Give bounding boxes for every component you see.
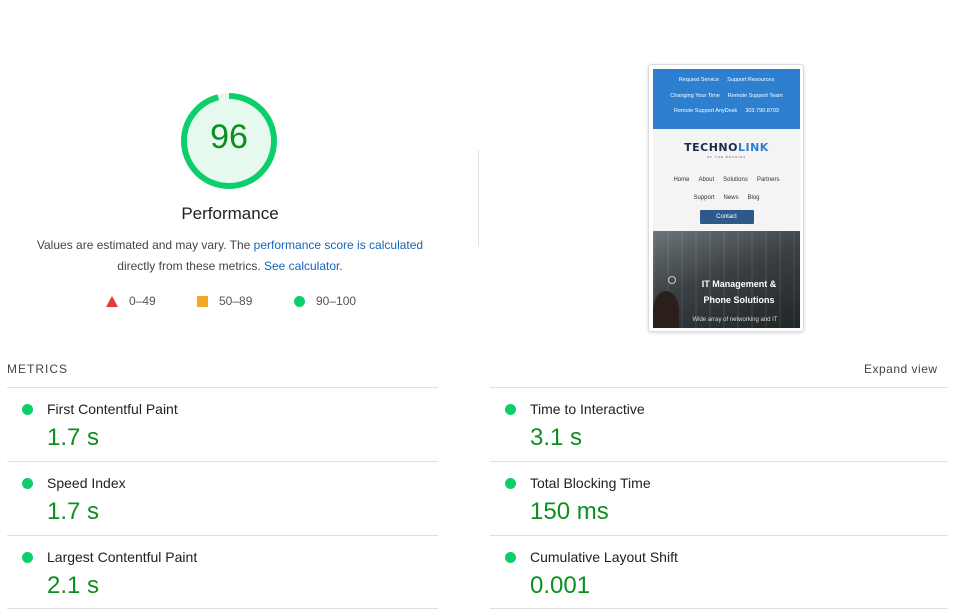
topbar-link: Remote Support Team	[727, 92, 783, 99]
expand-view-toggle[interactable]: Expand view	[864, 362, 938, 376]
topbar-link: Changing Your Time	[670, 92, 720, 99]
screenshot-logo: TECHNOLINK OF THE ROCKIES	[653, 129, 800, 171]
pass-circle-icon	[505, 404, 516, 415]
hero-title-line: Phone Solutions	[703, 295, 775, 305]
topbar-row: Request Service Support Resources	[653, 77, 800, 93]
metric-label: Time to Interactive	[530, 401, 645, 417]
nav-item: Solutions	[723, 177, 748, 183]
screenshot-topbar: Request Service Support Resources Changi…	[653, 69, 800, 129]
square-icon	[197, 295, 208, 307]
hero-circle-icon	[668, 276, 676, 284]
topbar-link: 303.790.8703	[745, 108, 779, 114]
metric-value: 2.1 s	[47, 572, 100, 599]
screenshot-screen: Request Service Support Resources Changi…	[653, 69, 800, 328]
topbar-link: Request Service	[678, 77, 720, 83]
circle-icon	[294, 295, 305, 307]
pass-circle-icon	[505, 478, 516, 489]
logo-text: TECHNO	[684, 141, 738, 154]
logo-text: LINK	[738, 141, 769, 154]
nav-item: About	[698, 177, 715, 183]
metric-label: Total Blocking Time	[530, 475, 651, 491]
technolink-logo: TECHNOLINK	[684, 141, 769, 154]
nav-item: Support	[693, 195, 715, 201]
screenshot-nav: Home About Solutions Partners	[653, 171, 800, 189]
metrics-left-column: First Contentful Paint 1.7 s Speed Index…	[7, 387, 438, 609]
score-description: Values are estimated and may vary. The p…	[20, 235, 440, 277]
topbar-row: Remote Support AnyDesk 303.790.8703	[653, 108, 800, 124]
metric-value: 1.7 s	[47, 424, 100, 451]
metric-label: Speed Index	[47, 475, 126, 491]
description-text: Values are estimated and may vary. The	[36, 238, 254, 252]
legend-range: 90–100	[316, 294, 357, 308]
hero-title: IT Management & Phone Solutions	[683, 276, 795, 308]
performance-score: 96	[210, 118, 248, 156]
metric-first-contentful-paint: First Contentful Paint 1.7 s	[7, 387, 438, 461]
vertical-divider	[478, 150, 479, 246]
legend-average: 50–89	[197, 294, 252, 308]
logo-subtitle: OF THE ROCKIES	[706, 155, 747, 159]
metric-value: 3.1 s	[530, 424, 583, 451]
pass-circle-icon	[505, 552, 516, 563]
hero-subtitle: Wide array of networking and IT	[692, 317, 778, 323]
hero-title-line: IT Management &	[701, 279, 777, 289]
legend-range: 0–49	[129, 294, 156, 308]
pass-circle-icon	[22, 552, 33, 563]
description-text: .	[339, 259, 343, 273]
metric-label: Largest Contentful Paint	[47, 549, 198, 565]
metric-largest-contentful-paint: Largest Contentful Paint 2.1 s	[7, 535, 438, 609]
topbar-link: Support Resources	[727, 77, 775, 83]
score-legend: 0–49 50–89 90–100	[0, 294, 460, 310]
screenshot-contact-button: Contact	[699, 210, 754, 224]
metric-cumulative-layout-shift: Cumulative Layout Shift 0.001	[490, 535, 948, 609]
performance-score-link[interactable]: performance score is calculated	[254, 238, 423, 252]
legend-range: 50–89	[219, 294, 253, 308]
metrics-heading: METRICS	[7, 362, 68, 376]
metric-value: 1.7 s	[47, 498, 100, 525]
nav-item: Blog	[747, 195, 760, 201]
screenshot-hero: IT Management & Phone Solutions Wide arr…	[653, 231, 800, 328]
metrics-right-column: Time to Interactive 3.1 s Total Blocking…	[490, 387, 948, 609]
topbar-row: Changing Your Time Remote Support Team	[653, 93, 800, 109]
description-text: directly from these metrics.	[117, 259, 264, 273]
metric-label: Cumulative Layout Shift	[530, 549, 678, 565]
metric-speed-index: Speed Index 1.7 s	[7, 461, 438, 535]
topbar-link: Remote Support AnyDesk	[674, 108, 738, 114]
metric-label: First Contentful Paint	[47, 401, 178, 417]
legend-pass: 90–100	[294, 294, 356, 308]
screenshot-nav: Support News Blog	[653, 189, 800, 207]
pass-circle-icon	[22, 404, 33, 415]
metric-total-blocking-time: Total Blocking Time 150 ms	[490, 461, 948, 535]
metric-value: 150 ms	[530, 498, 609, 525]
see-calculator-link[interactable]: See calculator	[264, 259, 339, 273]
nav-item: Partners	[756, 177, 780, 183]
metric-value: 0.001	[530, 572, 591, 599]
performance-title: Performance	[181, 204, 279, 223]
triangle-icon	[106, 295, 118, 307]
legend-fail: 0–49	[106, 294, 156, 308]
nav-item: News	[723, 195, 739, 201]
nav-item: Home	[673, 177, 690, 183]
page-screenshot-thumbnail: Request Service Support Resources Changi…	[648, 64, 804, 332]
metric-time-to-interactive: Time to Interactive 3.1 s	[490, 387, 948, 461]
pass-circle-icon	[22, 478, 33, 489]
